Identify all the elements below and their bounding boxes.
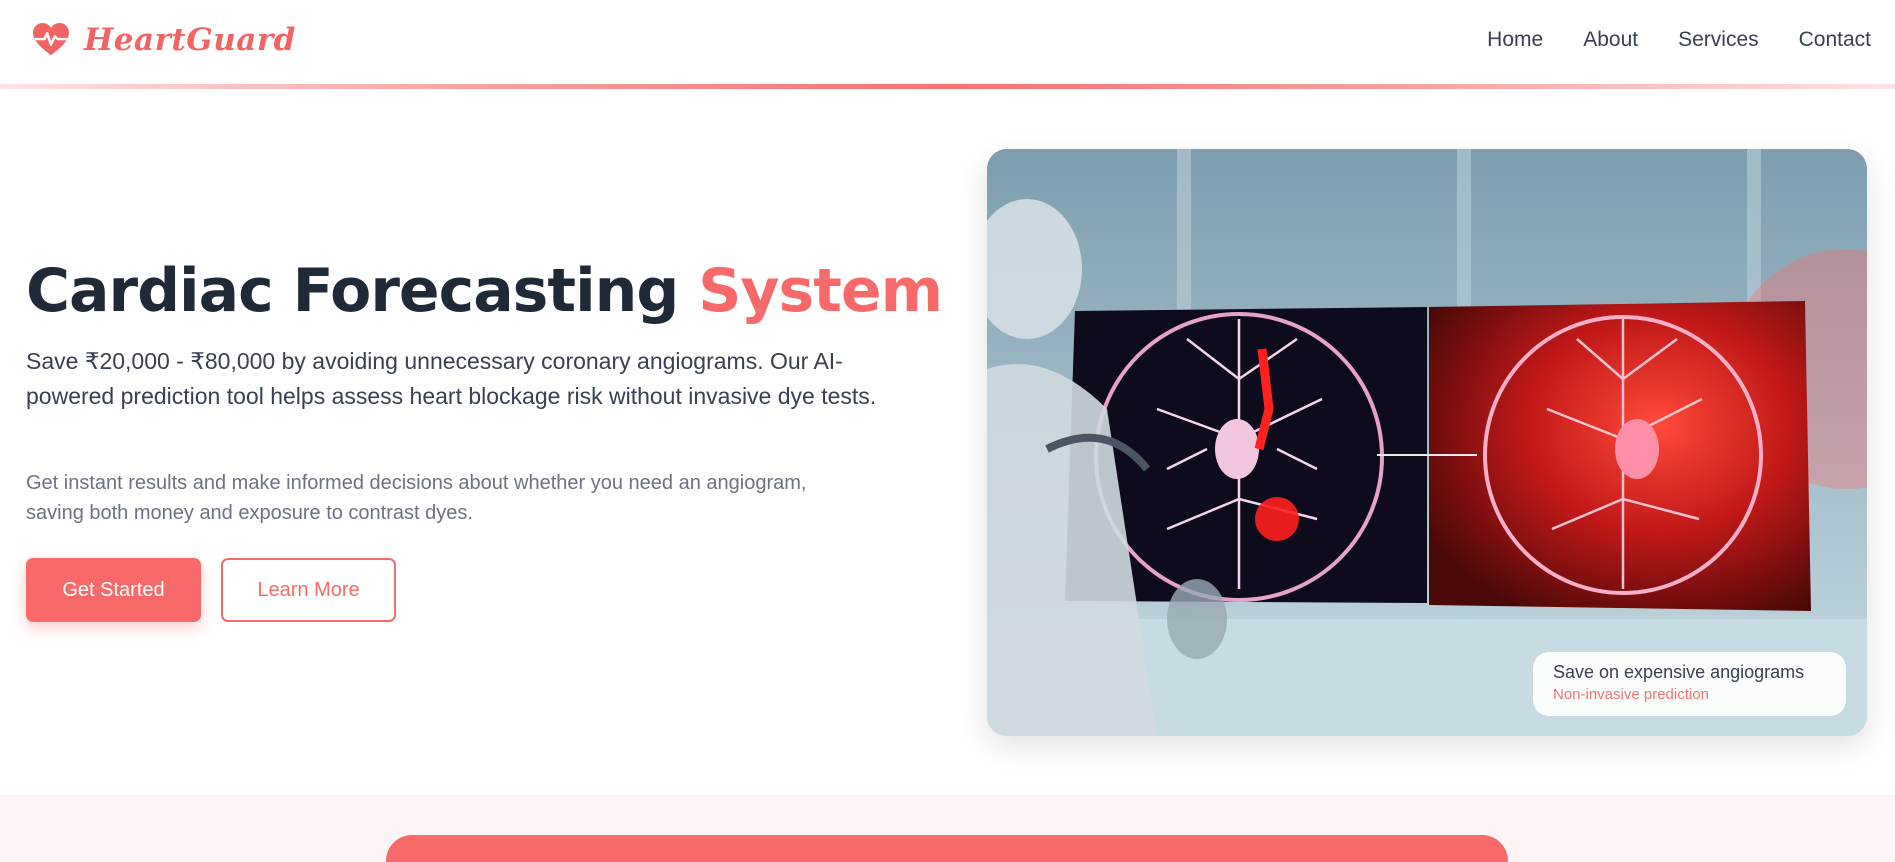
- hero-title-main: Cardiac Forecasting: [26, 256, 679, 326]
- learn-more-button[interactable]: Learn More: [221, 558, 396, 622]
- hero-title-accent: System: [698, 256, 943, 326]
- brand-logo[interactable]: HeartGuard: [32, 22, 296, 58]
- nav-about[interactable]: About: [1583, 28, 1638, 52]
- badge-subtitle: Non-invasive prediction: [1553, 686, 1709, 703]
- savings-badge: Save on expensive angiograms Non-invasiv…: [1533, 652, 1846, 716]
- heart-pulse-icon: [33, 23, 69, 56]
- hero-image: Save on expensive angiograms Non-invasiv…: [987, 149, 1867, 736]
- get-started-button[interactable]: Get Started: [26, 558, 201, 622]
- nav-services[interactable]: Services: [1678, 28, 1759, 52]
- hero-subtext: Get instant results and make informed de…: [26, 472, 807, 524]
- header-divider: [0, 84, 1895, 89]
- next-section-banner: [386, 835, 1508, 862]
- hero-title: Cardiac Forecasting System: [26, 256, 943, 326]
- main-nav: Home About Services Contact: [1447, 28, 1871, 52]
- hero-description: Save ₹20,000 - ₹80,000 by avoiding unnec…: [26, 348, 877, 409]
- nav-home[interactable]: Home: [1487, 28, 1543, 52]
- brand-name: HeartGuard: [84, 22, 296, 58]
- angiogram-illustration: [987, 149, 1867, 736]
- site-header: HeartGuard Home About Services Contact: [0, 0, 1895, 84]
- nav-contact[interactable]: Contact: [1799, 28, 1871, 52]
- badge-title: Save on expensive angiograms: [1553, 662, 1805, 682]
